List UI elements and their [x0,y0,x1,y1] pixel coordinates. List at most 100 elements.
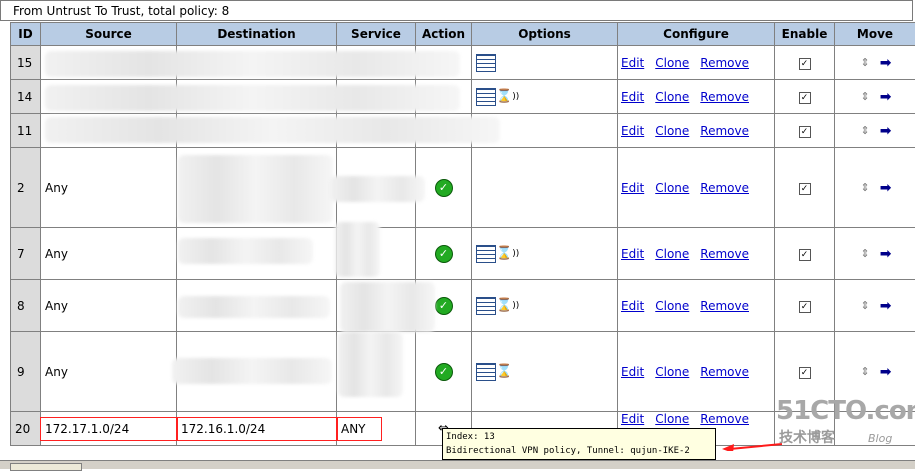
row-id: 15 [11,46,41,80]
redacted-region [45,117,500,143]
watermark-blog: Blog [868,432,892,445]
edit-link[interactable]: Edit [621,365,644,379]
edit-link[interactable]: Edit [621,124,644,138]
row-configure: Edit Clone Remove [618,148,775,228]
remove-link[interactable]: Remove [700,412,749,426]
row-id: 11 [11,114,41,148]
clone-link[interactable]: Clone [655,365,689,379]
edit-link[interactable]: Edit [621,299,644,313]
policy-log-icon[interactable] [476,363,496,381]
remove-link[interactable]: Remove [700,299,749,313]
col-action: Action [416,23,472,46]
move-arrow-icon[interactable]: ➡ [880,180,890,196]
remove-link[interactable]: Remove [700,181,749,195]
row-source: Any [41,280,177,332]
clone-link[interactable]: Clone [655,412,689,426]
row-options: ⌛)) [472,280,618,332]
scroll-tab[interactable] [10,463,82,471]
clone-link[interactable]: Clone [655,181,689,195]
edit-link[interactable]: Edit [621,90,644,104]
policy-log-icon[interactable] [476,245,496,263]
row-id: 7 [11,228,41,280]
edit-link[interactable]: Edit [621,181,644,195]
reorder-icon[interactable]: ⇕ [861,181,870,194]
schedule-hourglass-icon[interactable]: ⌛ [496,364,512,379]
reorder-icon[interactable]: ⇕ [861,56,870,69]
policy-log-icon[interactable] [476,54,496,72]
table-row: 8 Any ✓ ⌛)) EditCloneRemove ✓ ⇕➡ [11,280,915,332]
reorder-icon[interactable]: ⇕ [861,365,870,378]
table-header-row: ID Source Destination Service Action Opt… [11,23,915,46]
remove-link[interactable]: Remove [700,124,749,138]
row-move: ⇕➡ [835,114,915,148]
permit-check-icon: ✓ [435,297,453,315]
enable-checkbox[interactable]: ✓ [799,367,811,379]
enable-checkbox[interactable]: ✓ [799,58,811,70]
tooltip-index: Index: 13 [446,430,712,444]
move-arrow-icon[interactable]: ➡ [880,298,890,314]
enable-checkbox[interactable]: ✓ [799,183,811,195]
row-action: ✓ [416,332,472,412]
move-arrow-icon[interactable]: ➡ [880,246,890,262]
schedule-hourglass-icon[interactable]: ⌛ [496,89,512,104]
row-configure: Edit Clone Remove [618,228,775,280]
clone-link[interactable]: Clone [655,56,689,70]
enable-checkbox[interactable]: ✓ [799,301,811,313]
redacted-region [338,332,403,397]
traffic-shaping-icon[interactable]: )) [512,92,519,102]
edit-link[interactable]: Edit [621,56,644,70]
permit-check-icon: ✓ [435,245,453,263]
enable-checkbox[interactable]: ✓ [799,249,811,261]
col-id: ID [11,23,41,46]
row-id: 2 [11,148,41,228]
schedule-hourglass-icon[interactable]: ⌛ [496,246,512,261]
edit-link[interactable]: Edit [621,412,644,426]
move-arrow-icon[interactable]: ➡ [880,55,890,71]
watermark-sub: 技术博客 [779,427,835,447]
traffic-shaping-icon[interactable]: )) [512,301,519,311]
highlight-destination [176,417,338,441]
row-id: 14 [11,80,41,114]
reorder-icon[interactable]: ⇕ [861,247,870,260]
row-move: ⇕➡ [835,46,915,80]
remove-link[interactable]: Remove [700,365,749,379]
remove-link[interactable]: Remove [700,90,749,104]
schedule-hourglass-icon[interactable]: ⌛ [496,298,512,313]
edit-link[interactable]: Edit [621,247,644,261]
row-options: ⌛)) [472,228,618,280]
row-move: ⇕➡ [835,148,915,228]
policy-log-icon[interactable] [476,88,496,106]
red-arrow-annotation [722,441,782,451]
move-arrow-icon[interactable]: ➡ [880,89,890,105]
redacted-region [178,296,330,318]
col-source: Source [41,23,177,46]
clone-link[interactable]: Clone [655,90,689,104]
policy-log-icon[interactable] [476,297,496,315]
redacted-region [178,155,333,223]
reorder-icon[interactable]: ⇕ [861,299,870,312]
col-options: Options [472,23,618,46]
enable-checkbox[interactable]: ✓ [799,126,811,138]
enable-checkbox[interactable]: ✓ [799,92,811,104]
clone-link[interactable]: Clone [655,247,689,261]
row-options [472,148,618,228]
tooltip-description: Bidirectional VPN policy, Tunnel: qujun-… [446,444,712,458]
redacted-region [330,176,425,202]
row-move: ⇕➡ [835,80,915,114]
row-enable: ✓ [775,280,835,332]
reorder-icon[interactable]: ⇕ [861,124,870,137]
traffic-shaping-icon[interactable]: )) [512,249,519,259]
table-row: 2 Any ✓ EditCloneRemove ✓ ⇕➡ [11,148,915,228]
row-options: ⌛ [472,332,618,412]
remove-link[interactable]: Remove [700,247,749,261]
row-configure: Edit Clone Remove [618,46,775,80]
remove-link[interactable]: Remove [700,56,749,70]
move-arrow-icon[interactable]: ➡ [880,364,890,380]
reorder-icon[interactable]: ⇕ [861,90,870,103]
move-arrow-icon[interactable]: ➡ [880,123,890,139]
clone-link[interactable]: Clone [655,124,689,138]
clone-link[interactable]: Clone [655,299,689,313]
col-move: Move [835,23,915,46]
row-configure: Edit Clone Remove [618,80,775,114]
row-id: 9 [11,332,41,412]
